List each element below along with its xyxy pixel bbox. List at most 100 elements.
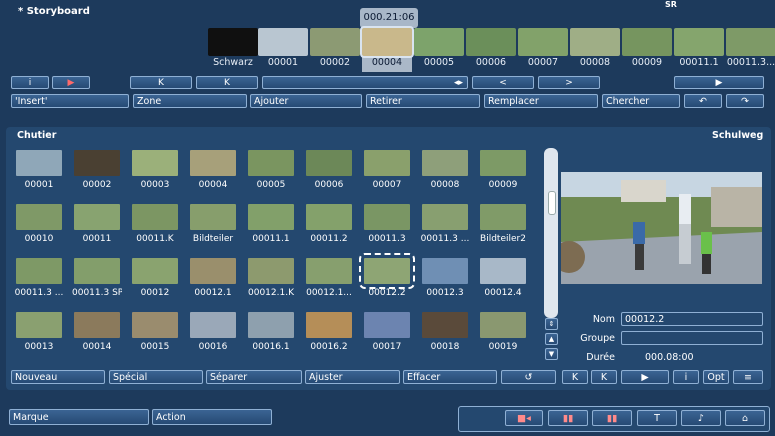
text-icon[interactable]: T — [637, 410, 677, 426]
transition-icon[interactable]: ▮▮ — [548, 410, 588, 426]
bin-clip[interactable]: 00019 — [478, 312, 528, 352]
storyboard-clip[interactable]: 00004 — [360, 26, 414, 72]
clip-info-button[interactable]: i — [673, 370, 699, 384]
storyboard-clip[interactable]: 00006 — [466, 28, 516, 68]
bin-clip[interactable]: 00011.3 SP — [72, 258, 122, 298]
bin-clip[interactable]: 00012 — [130, 258, 180, 298]
storyboard-clip[interactable]: Schwarz — [208, 28, 258, 68]
prev-button[interactable]: < — [472, 76, 534, 89]
options-button[interactable]: Opt — [703, 370, 729, 384]
flag-button[interactable]: ▶ — [52, 76, 90, 89]
action-button[interactable]: Action — [152, 409, 272, 425]
storyboard-clip[interactable]: 00002 — [310, 28, 360, 68]
storyboard-clip[interactable]: 00011.3... — [726, 28, 775, 68]
clip-thumbnail — [364, 312, 410, 338]
insert-mode-button[interactable]: 'Insert' — [11, 94, 129, 108]
effects-icon[interactable]: ▮▮ — [592, 410, 632, 426]
bin-clip[interactable]: 00012.1.K — [246, 258, 296, 298]
bin-clip[interactable]: 00006 — [304, 150, 354, 190]
new-button[interactable]: Nouveau — [11, 370, 105, 384]
play-clip-button[interactable]: ▶ — [621, 370, 669, 384]
info-button[interactable]: i — [11, 76, 49, 89]
group-field[interactable] — [621, 331, 763, 345]
storyboard-clip[interactable]: 00011.1 — [674, 28, 724, 68]
clip-label: 00012.1 — [194, 288, 232, 298]
bin-clip[interactable]: 00003 — [130, 150, 180, 190]
bin-clip[interactable]: 00011.2 — [304, 204, 354, 244]
storyboard-thumbnail — [674, 28, 724, 56]
storyboard-clip[interactable]: 00005 — [414, 28, 464, 68]
bin-clip[interactable]: 00002 — [72, 150, 122, 190]
bin-clip[interactable]: 00012.2 — [359, 253, 415, 298]
bin-clip[interactable]: 00011.1 — [246, 204, 296, 244]
bin-clip[interactable]: 00017 — [362, 312, 412, 352]
last-frame-button[interactable]: K — [196, 76, 258, 89]
bin-clip[interactable]: 00011 — [72, 204, 122, 244]
bin-clip[interactable]: 00009 — [478, 150, 528, 190]
range-slider[interactable]: ◂▸ — [262, 76, 468, 89]
bin-clip[interactable]: 00010 — [14, 204, 64, 244]
play-button[interactable]: ▶ — [674, 76, 764, 89]
bin-clip[interactable]: 00001 — [14, 150, 64, 190]
search-button[interactable]: Chercher — [602, 94, 680, 108]
bin-clip[interactable]: 00012.4 — [478, 258, 528, 298]
bin-clip[interactable]: 00012.1... — [304, 258, 354, 298]
delete-button[interactable]: Effacer — [403, 370, 497, 384]
clip-label: 00009 — [488, 180, 518, 190]
clip-thumbnail — [16, 204, 62, 230]
mark-button[interactable]: Marque — [9, 409, 149, 425]
clip-thumbnail — [364, 204, 410, 230]
adjust-button[interactable]: Ajuster — [305, 370, 400, 384]
first-frame-button[interactable]: K — [130, 76, 192, 89]
storyboard-clip[interactable]: 00007 — [518, 28, 568, 68]
storyboard-clip-label: 00005 — [423, 57, 455, 68]
bin-clip[interactable]: 00016.2 — [304, 312, 354, 352]
undo-button[interactable]: ↶ — [684, 94, 722, 108]
clip-label: 00011.3 SP — [72, 288, 122, 298]
next-button[interactable]: > — [538, 76, 600, 89]
scrollbar-thumb[interactable] — [548, 191, 556, 215]
home-icon[interactable]: ⌂ — [725, 410, 765, 426]
bin-clip[interactable]: 00014 — [72, 312, 122, 352]
storyboard-clip[interactable]: 00008 — [570, 28, 620, 68]
bin-clip[interactable]: Bildteiler2 — [478, 204, 528, 244]
menu-button[interactable]: ≡ — [733, 370, 763, 384]
bin-clip[interactable]: 00016.1 — [246, 312, 296, 352]
bin-clip[interactable]: 00015 — [130, 312, 180, 352]
rewind-button[interactable]: ↺ — [501, 370, 556, 384]
storyboard-clip[interactable]: 00009 — [622, 28, 672, 68]
bin-clip[interactable]: Bildteiler — [188, 204, 238, 244]
storyboard-clip[interactable]: 00001 — [258, 28, 308, 68]
clip-thumbnail — [190, 150, 236, 176]
name-field[interactable]: 00012.2 — [621, 312, 763, 326]
split-button[interactable]: Séparer — [206, 370, 302, 384]
bin-scrollbar[interactable] — [544, 148, 558, 318]
bin-clip[interactable]: 00004 — [188, 150, 238, 190]
bin-clip[interactable]: 00008 — [420, 150, 470, 190]
redo-button[interactable]: ↷ — [726, 94, 764, 108]
first-clip-button[interactable]: K — [562, 370, 588, 384]
replace-button[interactable]: Remplacer — [484, 94, 598, 108]
bin-clip[interactable]: 00007 — [362, 150, 412, 190]
add-button[interactable]: Ajouter — [250, 94, 362, 108]
bin-clip[interactable]: 00012.1 — [188, 258, 238, 298]
last-clip-button[interactable]: K — [591, 370, 617, 384]
special-button[interactable]: Spécial — [109, 370, 203, 384]
bin-clip[interactable]: 00013 — [14, 312, 64, 352]
bin-clip[interactable]: 00011.K — [130, 204, 180, 244]
storyboard-clip-label: 00002 — [319, 57, 351, 68]
bin-clip[interactable]: 00011.3 — [362, 204, 412, 244]
music-icon[interactable]: ♪ — [681, 410, 721, 426]
bin-clip[interactable]: 00016 — [188, 312, 238, 352]
storyboard-thumbnail — [360, 26, 414, 58]
bin-clip[interactable]: 00012.3 — [420, 258, 470, 298]
bin-clip[interactable]: 00011.3 ... — [14, 258, 64, 298]
edit-icon[interactable]: ■◂ — [505, 410, 543, 426]
bin-clip[interactable]: 00011.3 ... — [420, 204, 470, 244]
bin-clip[interactable]: 00018 — [420, 312, 470, 352]
zone-button[interactable]: Zone — [133, 94, 247, 108]
remove-button[interactable]: Retirer — [366, 94, 480, 108]
clip-thumbnail — [248, 150, 294, 176]
clip-label: 00011.3 ... — [420, 234, 470, 244]
bin-clip[interactable]: 00005 — [246, 150, 296, 190]
